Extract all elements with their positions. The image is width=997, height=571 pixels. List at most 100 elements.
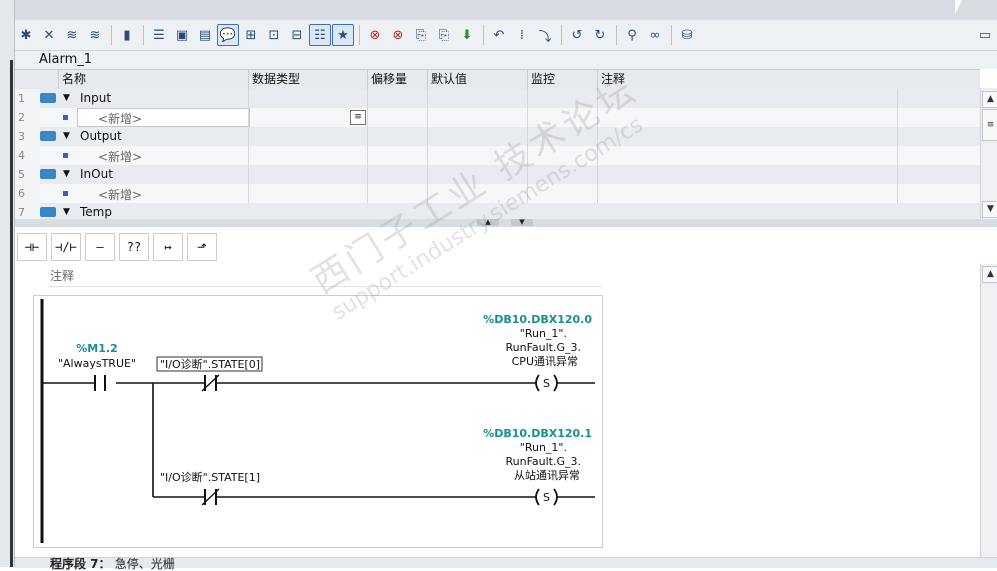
show-all-icon[interactable]: ☰ — [148, 24, 170, 46]
column-header-comment[interactable]: 注释 — [597, 70, 897, 89]
table-row[interactable]: 3 ▼ Output — [15, 127, 980, 147]
network-open-icon[interactable]: ▤ — [194, 24, 216, 46]
scroll-up-icon[interactable]: ▲ — [982, 266, 997, 283]
go-to-error-icon[interactable]: ⊗ — [364, 24, 386, 46]
splitter-down-icon[interactable]: ▼ — [511, 219, 533, 226]
next-error-icon[interactable]: ⊗ — [387, 24, 409, 46]
monitoring-icon[interactable]: ⚲ — [621, 24, 643, 46]
interface-section-icon — [40, 131, 56, 141]
update-icon[interactable]: ⎘ — [433, 24, 455, 46]
empty-box-icon[interactable]: ?? — [119, 233, 149, 261]
table-row[interactable]: 1 ▼ Input — [15, 89, 980, 109]
row-name: Temp — [80, 205, 112, 219]
scroll-thumb[interactable]: ≡ — [982, 109, 997, 141]
splitter-up-icon[interactable]: ▲ — [477, 219, 499, 226]
operand-name: CPU通讯异常 — [512, 355, 578, 368]
nc-contact-icon[interactable]: ⊣/⊢ — [51, 233, 81, 261]
network-scrollbar[interactable]: ▲ — [980, 264, 997, 567]
coil-icon[interactable]: –()– — [85, 233, 115, 280]
favorites-icon[interactable]: ★ — [332, 24, 354, 46]
list-view-icon[interactable]: ☷ — [309, 24, 331, 46]
row-name: <新增> — [98, 112, 143, 126]
operand-address: %DB10.DBX120.0 — [483, 313, 592, 326]
block-title-bar: Alarm_1 — [15, 51, 997, 69]
redo-icon[interactable]: ↻ — [589, 24, 611, 46]
row-number: 1 — [15, 89, 40, 108]
compare-icon[interactable]: ⎘ — [410, 24, 432, 46]
database-icon[interactable]: ⛁ — [676, 24, 698, 46]
open-call-icon[interactable]: ↶ — [488, 24, 510, 46]
cross-reference-icon[interactable]: ⤵ — [534, 24, 556, 46]
monitoring-on-off-icon[interactable]: ∞ — [644, 24, 666, 46]
row-name: Output — [80, 129, 122, 143]
operand-name: "AlwaysTRUE" — [58, 357, 136, 370]
table-row[interactable]: 6 <新增> — [15, 184, 980, 204]
column-header-datatype[interactable]: 数据类型 — [248, 70, 367, 89]
undo-icon[interactable]: ↺ — [566, 24, 588, 46]
no-contact-icon[interactable]: ⊣⊢ — [17, 233, 47, 261]
splitter-bar[interactable]: ▲ ▼ — [15, 219, 997, 227]
jump-label-icon[interactable]: ⁞ — [511, 24, 533, 46]
row-name: <新增> — [98, 188, 143, 202]
open-branch-icon[interactable]: ↦ — [153, 233, 183, 261]
expand-arrow-icon[interactable]: ▼ — [63, 131, 70, 141]
scroll-up-icon[interactable]: ▲ — [982, 91, 997, 108]
operand-name: "Run_1". — [520, 327, 567, 340]
table-row[interactable]: 2 <新增> ≡ — [15, 108, 980, 128]
table-row[interactable]: 4 <新增> — [15, 146, 980, 166]
column-header-offset[interactable]: 偏移量 — [367, 70, 426, 89]
operand-name[interactable]: "I/O诊断".STATE[0] — [160, 357, 260, 371]
row-name: <新增> — [98, 150, 143, 164]
bullet-icon — [63, 191, 68, 196]
operand-address: %M1.2 — [76, 342, 117, 355]
column-header-default[interactable]: 默认值 — [427, 70, 527, 89]
expand-arrow-icon[interactable]: ▼ — [63, 169, 70, 179]
title-strip — [0, 0, 997, 21]
left-panel-edge — [0, 0, 15, 567]
close-branch-icon[interactable]: ⬏ — [187, 233, 217, 261]
mouse-cursor-icon — [955, 0, 969, 14]
show-tag-info-icon[interactable]: ⊟ — [286, 24, 308, 46]
coil-symbol: S — [543, 491, 550, 504]
network-comment[interactable]: 注释 — [50, 267, 74, 284]
monitor-download-icon[interactable]: ⬇ — [456, 24, 478, 46]
scroll-down-icon[interactable]: ▼ — [982, 201, 997, 218]
network-label: 程序段 7： — [50, 557, 111, 571]
bullet-icon — [63, 115, 68, 120]
expand-arrow-icon[interactable]: ▼ — [63, 93, 70, 103]
ladder-instruction-toolbar: ⊣⊢ ⊣/⊢ –()– ?? ↦ ⬏ — [15, 228, 997, 280]
expand-arrow-icon[interactable]: ▼ — [63, 207, 70, 217]
row-number: 5 — [15, 165, 40, 184]
operand-name: "I/O诊断".STATE[1] — [160, 470, 260, 484]
row-number: 7 — [15, 203, 40, 219]
operand-name: RunFault.G_3. — [505, 341, 581, 354]
interface-section-icon — [40, 207, 56, 217]
absolute-operand-icon[interactable]: ▮ — [116, 24, 138, 46]
interface-section-icon — [40, 169, 56, 179]
column-header-monitor[interactable]: 监控 — [527, 70, 597, 89]
column-header-name[interactable]: 名称 — [58, 70, 248, 89]
row-number: 3 — [15, 127, 40, 146]
block-title: Alarm_1 — [39, 52, 93, 67]
bullet-icon — [63, 153, 68, 158]
comments-toggle-icon[interactable]: 💬 — [217, 24, 239, 46]
insert-network-icon[interactable]: ≋ — [61, 24, 83, 46]
operand-name: "Run_1". — [520, 441, 567, 454]
insert-row-icon[interactable]: ✱ — [15, 24, 37, 46]
next-network-title[interactable]: 程序段 7： 急停、光栅 — [50, 557, 175, 571]
comment-divider — [49, 286, 602, 287]
network-close-icon[interactable]: ▣ — [171, 24, 193, 46]
operand-name: 从站通讯异常 — [514, 468, 580, 482]
delete-network-icon[interactable]: ≋ — [84, 24, 106, 46]
table-row[interactable]: 5 ▼ InOut — [15, 165, 980, 185]
delete-row-icon[interactable]: ✕ — [38, 24, 60, 46]
table-row[interactable]: 7 ▼ Temp — [15, 203, 980, 220]
row-name: Input — [80, 91, 112, 105]
favorites-display-icon[interactable]: ⊡ — [263, 24, 285, 46]
datatype-list-button[interactable]: ≡ — [350, 110, 366, 125]
operand-display-icon[interactable]: ⊞ — [240, 24, 262, 46]
panel-settings-icon[interactable]: ▭ — [974, 24, 996, 46]
table-scrollbar[interactable]: ▲ ≡ ▼ — [980, 88, 997, 219]
network-title-comment: 急停、光栅 — [114, 557, 175, 571]
editor-toolbar: ✱ ✕ ≋ ≋ ▮ ☰ ▣ ▤ 💬 ⊞ ⊡ ⊟ ☷ ★ ⊗ ⊗ ⎘ ⎘ ⬇ ↶ … — [15, 20, 997, 51]
